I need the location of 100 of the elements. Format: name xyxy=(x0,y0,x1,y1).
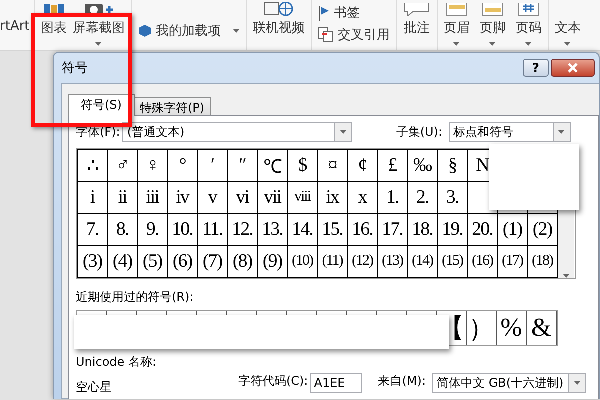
symbol-cell[interactable]: 1. xyxy=(378,182,408,214)
symbol-cell[interactable]: ♂ xyxy=(108,150,138,182)
symbol-cell[interactable]: (4) xyxy=(108,246,138,278)
from-dropdown[interactable]: 简体中文 GB(十六进制) xyxy=(432,373,586,393)
symbol-cell[interactable]: (6) xyxy=(168,246,198,278)
symbol-cell[interactable]: (9) xyxy=(258,246,288,278)
symbol-cell[interactable]: i xyxy=(78,182,108,214)
symbol-cell[interactable]: 18. xyxy=(408,214,438,246)
symbol-cell[interactable]: 8. xyxy=(108,214,138,246)
symbol-cell[interactable]: ¤ xyxy=(318,150,348,182)
caret-icon xyxy=(562,274,570,278)
symbol-cell[interactable]: iv xyxy=(168,182,198,214)
ribbon-button[interactable]: 图表 xyxy=(40,0,67,37)
symbol-cell[interactable]: 17. xyxy=(378,214,408,246)
symbol-cell[interactable]: (14) xyxy=(408,246,438,278)
page-footer-icon xyxy=(482,3,504,16)
symbol-cell[interactable]: iii xyxy=(138,182,168,214)
recent-symbol-cell[interactable]: ） xyxy=(467,311,497,345)
symbol-cell[interactable]: § xyxy=(438,150,468,182)
symbol-cell[interactable]: (8) xyxy=(228,246,258,278)
ribbon-button[interactable]: 书签 xyxy=(318,4,360,22)
page-number-icon xyxy=(518,3,540,16)
ribbon-button[interactable]: 页码 xyxy=(516,0,542,46)
video-globe-icon xyxy=(264,2,294,16)
symbol-cell[interactable]: (13) xyxy=(378,246,408,278)
symbol-cell[interactable]: 3. xyxy=(438,182,468,214)
page-header-icon xyxy=(446,3,468,16)
symbol-cell[interactable]: (3) xyxy=(78,246,108,278)
symbol-cell[interactable]: ° xyxy=(168,150,198,182)
cross-reference-icon xyxy=(318,27,334,43)
flag-icon xyxy=(318,5,330,21)
symbol-cell[interactable]: 12. xyxy=(228,214,258,246)
ribbon-button[interactable]: rtArt xyxy=(0,0,30,34)
symbol-cell[interactable]: 11. xyxy=(198,214,228,246)
symbol-cell[interactable]: v xyxy=(198,182,228,214)
tab[interactable]: 符号(S) xyxy=(68,94,135,116)
symbol-cell[interactable]: (1) xyxy=(498,214,528,246)
caret-icon xyxy=(340,130,347,134)
symbol-cell[interactable]: (16) xyxy=(468,246,498,278)
symbol-cell[interactable]: 19. xyxy=(438,214,468,246)
symbol-cell[interactable]: (17) xyxy=(498,246,528,278)
symbol-cell[interactable]: 7. xyxy=(78,214,108,246)
ribbon-button[interactable]: 页脚 xyxy=(480,0,506,46)
caret-icon xyxy=(95,42,102,46)
symbol-cell[interactable]: £ xyxy=(378,150,408,182)
unicode-name-label: Unicode 名称: xyxy=(76,354,158,371)
symbol-cell[interactable]: (11) xyxy=(318,246,348,278)
symbol-cell[interactable]: 16. xyxy=(348,214,378,246)
symbol-cell[interactable]: x xyxy=(348,182,378,214)
caret-icon xyxy=(574,381,580,385)
cube-icon xyxy=(138,24,152,38)
recent-symbol-cell[interactable]: & xyxy=(527,311,557,345)
caret-icon xyxy=(232,29,240,33)
symbol-cell[interactable]: (5) xyxy=(138,246,168,278)
ribbon-button[interactable]: 批注 xyxy=(402,0,431,37)
caret-icon xyxy=(453,42,460,46)
ribbon-button[interactable]: 我的加载项 xyxy=(138,22,240,40)
symbol-cell[interactable]: 20. xyxy=(468,214,498,246)
char-code-field[interactable]: A1EE xyxy=(310,373,362,393)
font-label: 字体(F): xyxy=(76,124,120,140)
symbol-cell[interactable]: ″ xyxy=(228,150,258,182)
tab[interactable]: 特殊字符(P) xyxy=(134,97,211,116)
symbol-cell[interactable]: ∴ xyxy=(78,150,108,182)
symbol-cell[interactable]: vii xyxy=(258,182,288,214)
symbol-cell[interactable]: ℃ xyxy=(258,150,288,182)
help-button[interactable]: ? xyxy=(523,59,549,77)
close-button[interactable] xyxy=(551,59,595,77)
subset-dropdown[interactable]: 标点和符号 xyxy=(448,122,571,142)
symbol-cell[interactable]: 15. xyxy=(318,214,348,246)
ribbon-button[interactable]: 联机视频 xyxy=(252,0,305,37)
caret-icon xyxy=(558,130,566,134)
symbol-cell[interactable]: ix xyxy=(318,182,348,214)
symbol-cell[interactable]: ′ xyxy=(198,150,228,182)
symbol-cell[interactable]: 13. xyxy=(258,214,288,246)
symbol-cell[interactable]: (7) xyxy=(198,246,228,278)
symbol-cell[interactable]: (12) xyxy=(348,246,378,278)
symbol-cell[interactable]: ♀ xyxy=(138,150,168,182)
symbol-cell[interactable]: ii xyxy=(108,182,138,214)
symbol-cell[interactable]: $ xyxy=(288,150,318,182)
ribbon-button[interactable]: 交叉引用 xyxy=(318,26,390,44)
symbol-cell[interactable]: vi xyxy=(228,182,258,214)
ribbon-button[interactable]: 屏幕截图 xyxy=(72,0,125,46)
symbol-cell[interactable]: (10) xyxy=(288,246,318,278)
symbol-cell[interactable]: ‰ xyxy=(408,150,438,182)
ribbon-button[interactable]: 页眉 xyxy=(444,0,470,46)
caret-icon xyxy=(564,42,572,46)
font-dropdown[interactable]: (普通文本) xyxy=(122,122,352,142)
bar-chart-icon xyxy=(42,4,66,16)
recent-symbol-cell[interactable]: % xyxy=(497,311,527,345)
symbol-cell[interactable]: 14. xyxy=(288,214,318,246)
symbol-cell[interactable]: 9. xyxy=(138,214,168,246)
ribbon-button[interactable]: 文本 xyxy=(554,0,581,46)
symbol-cell[interactable]: ¢ xyxy=(348,150,378,182)
recent-symbols-label: 近期使用过的符号(R): xyxy=(76,289,195,306)
symbol-cell[interactable]: 10. xyxy=(168,214,198,246)
comment-icon xyxy=(402,3,431,16)
symbol-cell[interactable]: (15) xyxy=(438,246,468,278)
symbol-cell[interactable]: viii xyxy=(288,182,318,214)
symbol-cell[interactable]: 2. xyxy=(408,182,438,214)
unicode-name: 空心星 xyxy=(76,379,112,396)
